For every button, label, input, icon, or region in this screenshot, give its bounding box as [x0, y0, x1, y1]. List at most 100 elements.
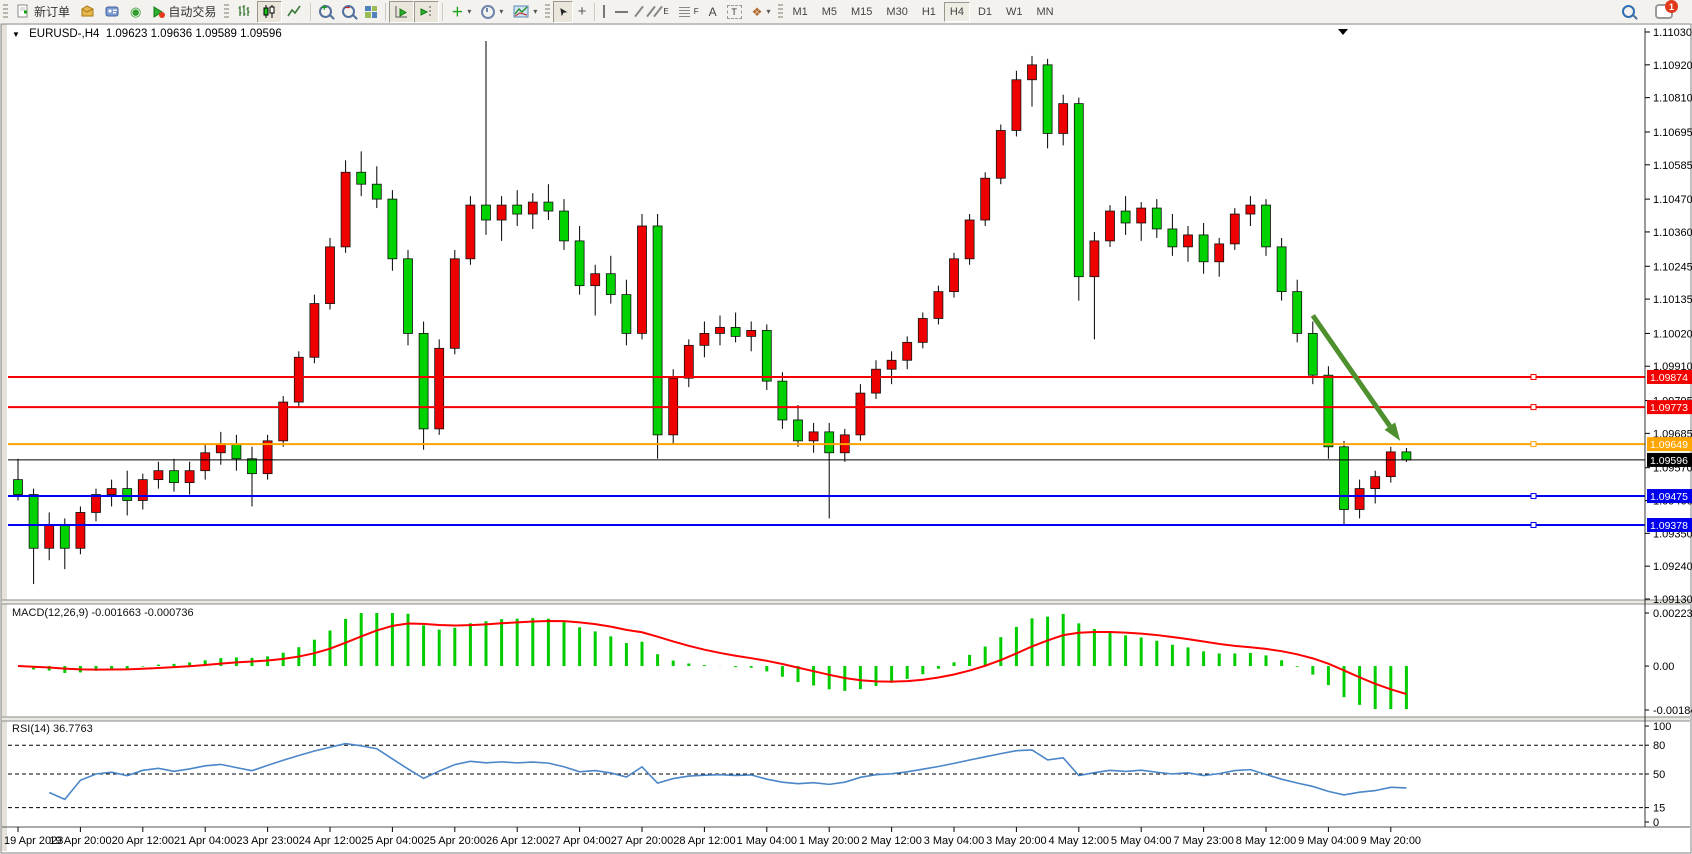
price-tick-label: 1.11030 — [1653, 27, 1692, 39]
toolbar-grip[interactable] — [778, 4, 783, 20]
timeframe-button-D1[interactable]: D1 — [972, 2, 998, 22]
timeframe-button-M1[interactable]: M1 — [786, 2, 813, 22]
candle-bearish — [372, 184, 381, 199]
time-tick-label: 4 May 12:00 — [1049, 835, 1110, 847]
candle-bearish — [404, 259, 413, 334]
price-tick-label: 1.10920 — [1653, 60, 1692, 72]
candle-bearish — [1277, 247, 1286, 292]
price-label-text: 1.09773 — [1650, 402, 1688, 414]
timeframe-button-H1[interactable]: H1 — [916, 2, 942, 22]
candle-bullish — [684, 345, 693, 378]
toolbar-grip[interactable] — [3, 4, 8, 20]
rsi-indicator-label: RSI(14) 36.7763 — [12, 723, 93, 735]
candle-bullish — [1184, 235, 1193, 247]
rsi-tick-label: 15 — [1653, 803, 1665, 815]
macd-tick-label: 0.00 — [1653, 661, 1674, 673]
zoom-in-button[interactable]: + — [314, 1, 337, 23]
ohlc-high: 1.09636 — [151, 28, 193, 40]
trendline-icon — [635, 6, 645, 17]
templates-button[interactable]: ▾ — [508, 1, 542, 23]
arrows-button[interactable]: ❖ ▾ — [747, 1, 776, 23]
line-handle[interactable] — [1531, 522, 1536, 527]
candle-bearish — [482, 205, 491, 220]
candle-bullish — [872, 369, 881, 393]
panel-splitter[interactable] — [2, 717, 1690, 721]
toolbar-grip[interactable] — [545, 4, 550, 20]
fibonacci-button[interactable]: F — [674, 1, 704, 23]
arrows-icon: ❖ — [752, 5, 763, 19]
mt4-application-window: 新订单 ◉ 自动交易 + − — [0, 0, 1692, 854]
candle-bullish — [450, 259, 459, 349]
price-tick-label: 1.09240 — [1653, 561, 1692, 573]
auto-trading-button[interactable]: 自动交易 — [146, 1, 221, 23]
zoom-out-button[interactable]: − — [337, 1, 360, 23]
candle-bearish — [825, 432, 834, 453]
timeframe-button-M5[interactable]: M5 — [816, 2, 843, 22]
timeframe-button-H4[interactable]: H4 — [944, 2, 970, 22]
candle-bullish — [981, 178, 990, 220]
candle-bullish — [497, 205, 506, 220]
text-label-icon: T — [727, 5, 742, 19]
timeframe-button-M30[interactable]: M30 — [880, 2, 913, 22]
bar-chart-button[interactable] — [232, 1, 257, 23]
text-button[interactable]: A — [704, 1, 722, 23]
candle-bearish — [170, 471, 179, 483]
equidistant-channel-button[interactable]: E — [645, 1, 673, 23]
line-handle[interactable] — [1531, 442, 1536, 447]
chart-shift-button[interactable] — [414, 1, 439, 23]
line-handle[interactable] — [1531, 374, 1536, 379]
candle-bullish — [1386, 452, 1395, 477]
cursor-button[interactable]: ➤ — [553, 1, 572, 23]
line-handle[interactable] — [1531, 494, 1536, 499]
price-tick-label: 1.09130 — [1653, 594, 1692, 606]
line-chart-button[interactable] — [282, 1, 307, 23]
candle-bullish — [1246, 205, 1255, 214]
candle-bullish — [809, 432, 818, 441]
line-handle[interactable] — [1531, 405, 1536, 410]
candle-bullish — [76, 512, 85, 548]
timeframe-button-W1[interactable]: W1 — [1000, 2, 1029, 22]
timeframe-button-M15[interactable]: M15 — [845, 2, 878, 22]
text-label-button[interactable]: T — [722, 1, 747, 23]
chevron-down-icon: ▾ — [467, 7, 471, 16]
candle-bearish — [357, 172, 366, 184]
indicators-button[interactable]: ＋ ▾ — [446, 1, 476, 23]
title-dropdown-icon[interactable]: ▼ — [12, 30, 20, 39]
auto-scroll-button[interactable] — [389, 1, 414, 23]
chart-shift-icon — [419, 5, 434, 19]
time-tick-label: 1 May 20:00 — [799, 835, 860, 847]
timeframe-button-MN[interactable]: MN — [1031, 2, 1060, 22]
candlestick-chart-button[interactable] — [257, 1, 282, 23]
crosshair-button[interactable]: + — [573, 1, 592, 23]
candle-bullish — [965, 220, 974, 259]
candle-bullish — [918, 318, 927, 342]
signals-icon: ◉ — [130, 4, 141, 20]
search-button[interactable] — [1617, 1, 1640, 23]
horizontal-line-button[interactable] — [610, 1, 633, 23]
new-order-button[interactable]: 新订单 — [11, 1, 75, 23]
candle-bearish — [1262, 205, 1271, 247]
candle-bearish — [794, 420, 803, 441]
macd-main-value: -0.001663 — [91, 607, 141, 619]
candle-bearish — [1199, 235, 1208, 262]
candle-bearish — [1043, 65, 1052, 134]
price-tick-label: 1.10470 — [1653, 194, 1692, 206]
panel-splitter[interactable] — [2, 600, 1690, 604]
candlestick-chart-icon — [262, 4, 277, 19]
notifications-button[interactable]: 1 — [1650, 1, 1678, 23]
community-button[interactable] — [100, 1, 125, 23]
community-icon — [105, 5, 120, 19]
candle-bullish — [294, 357, 303, 402]
signals-button[interactable]: ◉ — [125, 1, 146, 23]
market-watch-button[interactable] — [75, 1, 100, 23]
candle-bearish — [1074, 104, 1083, 277]
vertical-line-button[interactable] — [598, 1, 610, 23]
candle-bearish — [731, 327, 740, 336]
tile-windows-button[interactable] — [360, 1, 382, 23]
zoom-out-icon: − — [342, 5, 355, 18]
toolbar-grip[interactable] — [224, 4, 229, 20]
time-tick-label: 3 May 20:00 — [986, 835, 1047, 847]
chart-canvas[interactable]: 1.110301.109201.108101.106951.105851.104… — [0, 23, 1692, 854]
trendline-button[interactable] — [633, 1, 645, 23]
periods-button[interactable]: ▾ — [476, 1, 508, 23]
